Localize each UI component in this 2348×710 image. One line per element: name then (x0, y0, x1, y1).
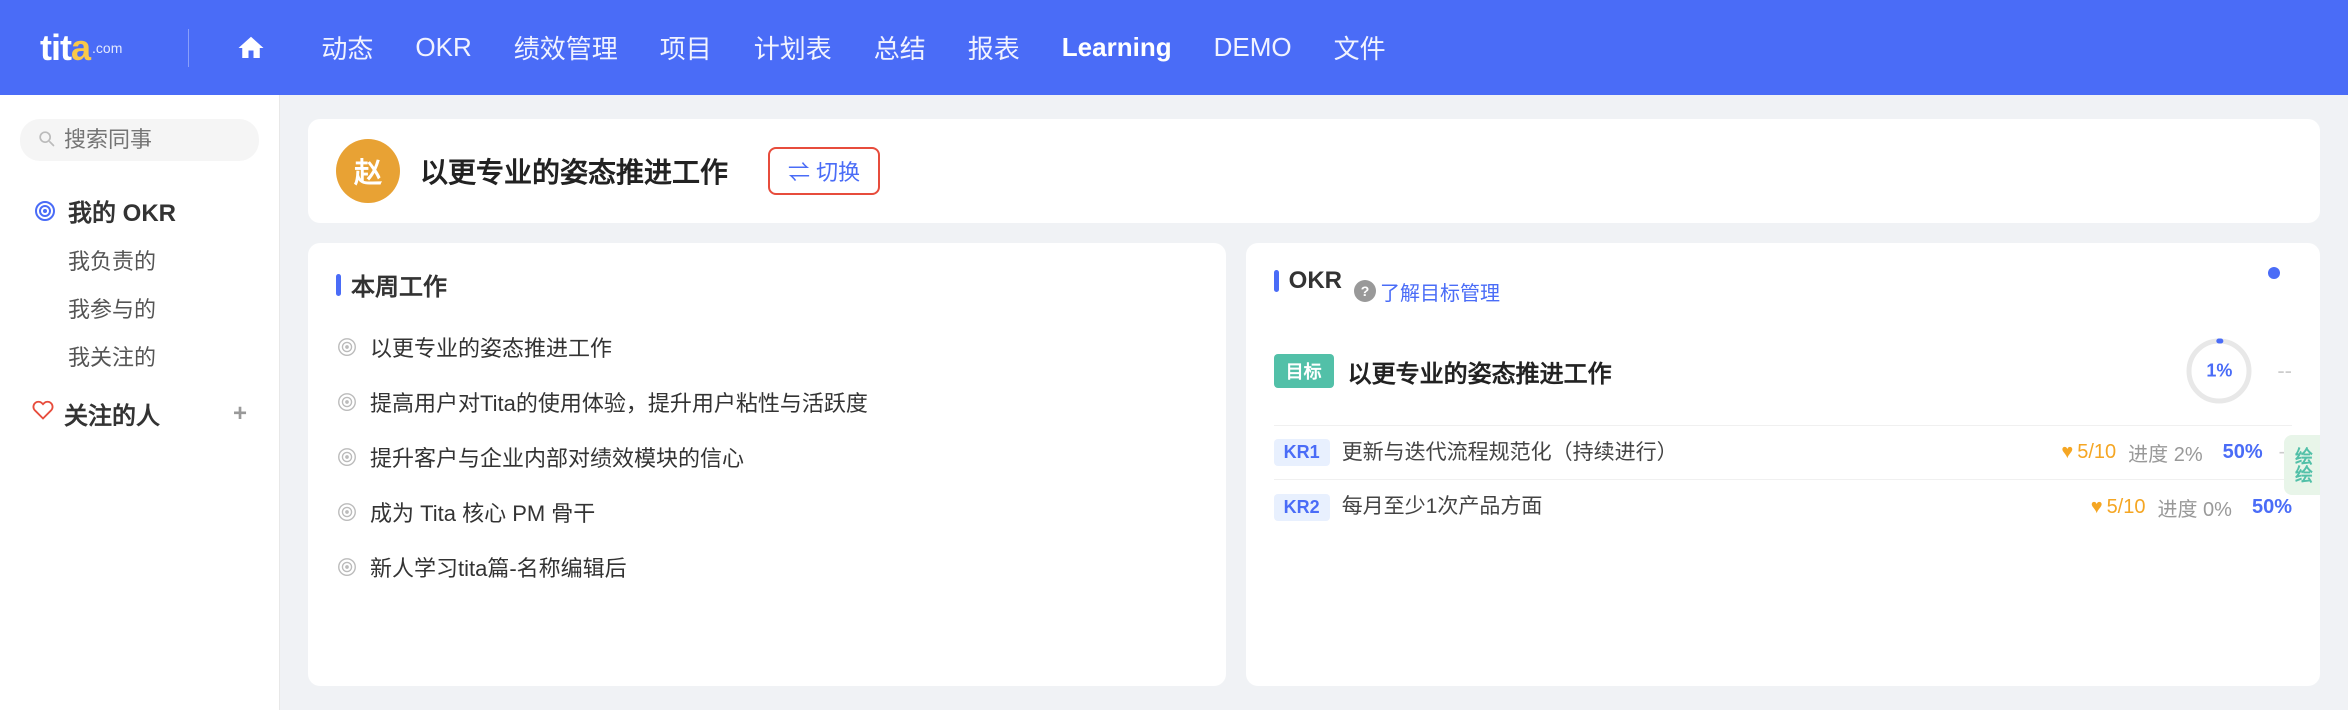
nav-okr[interactable]: OKR (397, 24, 489, 71)
nav-baobiao[interactable]: 报表 (950, 21, 1038, 74)
target-icon-0 (336, 334, 358, 367)
goal-text: 以更专业的姿态推进工作 (1348, 354, 2170, 389)
work-item-text-0: 以更专业的姿态推进工作 (370, 332, 612, 365)
header: tita .com 动态 OKR 绩效管理 项目 计划表 总结 报表 Learn… (0, 0, 2348, 95)
okr-help-text: 了解目标管理 (1380, 277, 1500, 306)
nav-dongtai[interactable]: 动态 (303, 21, 391, 74)
nav-zongjie[interactable]: 总结 (856, 21, 944, 74)
work-card: 本周工作 以更专业的姿态推进工作 提高用户对Tita的使用体验，提升用户粘性与活… (308, 243, 1226, 686)
logo-com: .com (92, 40, 122, 56)
kr2-progress-label: 进度 0% (2158, 493, 2232, 522)
main-layout: 我的 OKR 我负责的 我参与的 我关注的 关注的人 + 赵 以更专业的姿态推进… (0, 95, 2348, 710)
search-input[interactable] (64, 127, 243, 153)
nav-jixiao[interactable]: 绩效管理 (496, 21, 636, 74)
main-nav: 动态 OKR 绩效管理 项目 计划表 总结 报表 Learning DEMO 文… (303, 21, 1403, 74)
nav-demo[interactable]: DEMO (1196, 24, 1310, 71)
work-item-0: 以更专业的姿态推进工作 (336, 322, 1198, 377)
my-okr-label: 我的 OKR (68, 193, 176, 228)
nav-xiangmu[interactable]: 项目 (642, 21, 730, 74)
cards-row: 本周工作 以更专业的姿态推进工作 提高用户对Tita的使用体验，提升用户粘性与活… (308, 243, 2320, 686)
kr1-text: 更新与迭代流程规范化（持续进行） (1342, 438, 2050, 467)
work-item-text-3: 成为 Tita 核心 PM 骨干 (370, 497, 595, 530)
follow-label: 关注的人 (64, 396, 160, 431)
goal-progress-ring: 1% (2183, 335, 2255, 407)
my-okr-title[interactable]: 我的 OKR (20, 185, 259, 236)
goal-percent: 1% (2206, 361, 2232, 382)
sidebar-following[interactable]: 我关注的 (20, 332, 259, 380)
search-icon (36, 128, 56, 153)
okr-help-link[interactable]: ? 了解目标管理 (1354, 277, 1500, 306)
kr1-badge: KR1 (1274, 439, 1330, 466)
content-area: 赵 以更专业的姿态推进工作 ⇌ 切换 本周工作 以更专业的姿态推进工作 (280, 95, 2348, 710)
work-item-1: 提高用户对Tita的使用体验，提升用户粘性与活跃度 (336, 377, 1198, 432)
okr-goal-row: 目标 以更专业的姿态推进工作 1% -- (1274, 335, 2292, 407)
work-item-text-2: 提升客户与企业内部对绩效模块的信心 (370, 442, 744, 475)
goal-dash: -- (2277, 358, 2292, 384)
work-item-text-1: 提高用户对Tita的使用体验，提升用户粘性与活跃度 (370, 387, 868, 420)
my-okr-section: 我的 OKR 我负责的 我参与的 我关注的 (20, 185, 259, 380)
nav-divider (188, 29, 189, 67)
nav-wenjian[interactable]: 文件 (1316, 21, 1404, 74)
logo-o: a (71, 27, 90, 68)
help-icon: ? (1354, 280, 1376, 302)
logo-text: tita (40, 27, 90, 69)
kr2-progress-pct: 50% (2252, 496, 2292, 519)
okr-section-title: OKR (1274, 267, 1342, 295)
target-icon-2 (336, 444, 358, 477)
kr2-text: 每月至少1次产品方面 (1342, 492, 2079, 521)
target-icon-1 (336, 389, 358, 422)
edge-tab-text: 绘绘 (2290, 447, 2316, 483)
user-title: 以更专业的姿态推进工作 (420, 151, 728, 191)
work-item-text-4: 新人学习tita篇-名称编辑后 (370, 552, 627, 585)
sidebar-participated[interactable]: 我参与的 (20, 284, 259, 332)
target-icon-4 (336, 554, 358, 587)
kr2-score: ♥ 5/10 (2091, 496, 2146, 519)
work-item-2: 提升客户与企业内部对绩效模块的信心 (336, 432, 1198, 487)
okr-card: OKR ? 了解目标管理 目标 以更专业的姿态推进工作 (1246, 243, 2320, 686)
sidebar-responsible[interactable]: 我负责的 (20, 236, 259, 284)
okr-header: OKR ? 了解目标管理 (1274, 267, 2292, 315)
okr-icon (32, 198, 58, 224)
nav-home[interactable] (235, 32, 267, 64)
kr-row-0: KR1 更新与迭代流程规范化（持续进行） ♥ 5/10 进度 2% 50% -- (1274, 425, 2292, 479)
kr-row-1: KR2 每月至少1次产品方面 ♥ 5/10 进度 0% 50% (1274, 479, 2292, 533)
kr2-badge: KR2 (1274, 494, 1330, 521)
search-box[interactable] (20, 119, 259, 161)
follow-section: 关注的人 + (20, 388, 259, 439)
kr1-score: ♥ 5/10 (2061, 441, 2116, 464)
work-item-4: 新人学习tita篇-名称编辑后 (336, 542, 1198, 597)
switch-button[interactable]: ⇌ 切换 (768, 147, 880, 195)
heart-icon (32, 399, 54, 428)
nav-jihuabiao[interactable]: 计划表 (736, 21, 850, 74)
avatar: 赵 (336, 139, 400, 203)
target-icon-3 (336, 499, 358, 532)
nav-learning[interactable]: Learning (1044, 24, 1190, 71)
work-item-3: 成为 Tita 核心 PM 骨干 (336, 487, 1198, 542)
okr-dot (2268, 267, 2280, 279)
work-section-title: 本周工作 (336, 267, 1198, 302)
add-follow-button[interactable]: + (233, 400, 247, 428)
goal-tag: 目标 (1274, 354, 1334, 388)
edge-tab[interactable]: 绘绘 (2284, 435, 2320, 495)
heart-icon-kr2: ♥ (2091, 496, 2103, 519)
sidebar: 我的 OKR 我负责的 我参与的 我关注的 关注的人 + (0, 95, 280, 710)
kr1-progress-pct: 50% (2223, 441, 2263, 464)
user-header: 赵 以更专业的姿态推进工作 ⇌ 切换 (308, 119, 2320, 223)
heart-icon-kr1: ♥ (2061, 441, 2073, 464)
kr1-progress-label: 进度 2% (2128, 438, 2202, 467)
logo: tita .com (40, 27, 122, 69)
